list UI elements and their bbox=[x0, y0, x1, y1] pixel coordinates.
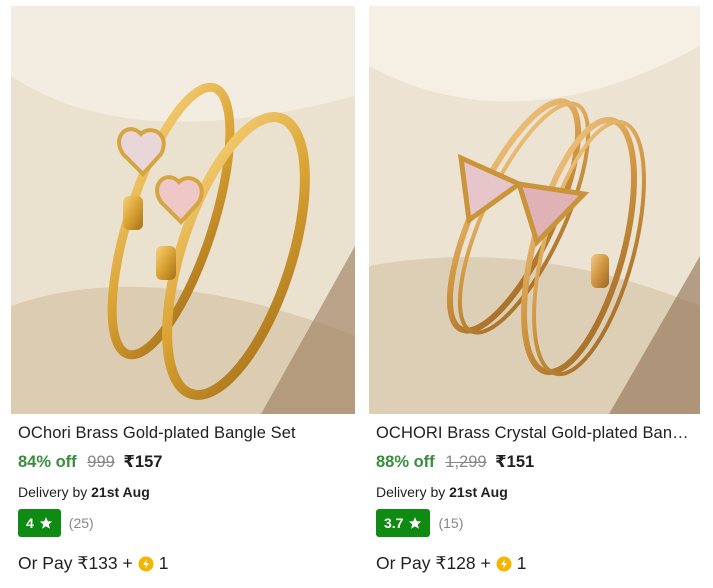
pay-prefix: Or Pay ₹133 + bbox=[18, 553, 133, 573]
rating-count: (15) bbox=[438, 515, 464, 531]
pay-with-coins: Or Pay ₹133 + 1 bbox=[18, 553, 168, 574]
delivery-prefix: Delivery by bbox=[376, 484, 446, 500]
product-image[interactable] bbox=[369, 6, 700, 414]
rating-row: 3.7 (15) bbox=[376, 509, 463, 537]
star-icon bbox=[39, 517, 52, 529]
pay-with-coins: Or Pay ₹128 + 1 bbox=[376, 553, 526, 574]
delivery-info: Delivery by 21st Aug bbox=[18, 484, 150, 500]
discount-label: 88% off bbox=[376, 453, 435, 471]
product-title[interactable]: OChori Brass Gold-plated Bangle Set bbox=[18, 424, 351, 443]
original-price: 999 bbox=[87, 453, 115, 471]
rating-value: 3.7 bbox=[384, 515, 404, 531]
original-price: 1,299 bbox=[445, 453, 487, 471]
price-row: 84% off 999 ₹157 bbox=[18, 452, 162, 472]
product-title[interactable]: OCHORI Brass Crystal Gold-plated Bangle … bbox=[376, 424, 696, 443]
delivery-info: Delivery by 21st Aug bbox=[376, 484, 508, 500]
delivery-prefix: Delivery by bbox=[18, 484, 88, 500]
price-row: 88% off 1,299 ₹151 bbox=[376, 452, 534, 472]
star-icon bbox=[409, 517, 422, 529]
rating-value: 4 bbox=[26, 515, 34, 531]
rating-row: 4 (25) bbox=[18, 509, 94, 537]
product-image[interactable] bbox=[11, 6, 355, 414]
delivery-date: 21st Aug bbox=[91, 484, 150, 500]
pay-prefix: Or Pay ₹128 + bbox=[376, 553, 491, 573]
product-card[interactable]: OCHORI Brass Crystal Gold-plated Bangle … bbox=[369, 0, 700, 588]
rating-badge: 3.7 bbox=[376, 509, 431, 537]
discount-label: 84% off bbox=[18, 453, 77, 471]
coin-count: 1 bbox=[158, 553, 169, 573]
rating-badge: 4 bbox=[18, 509, 61, 537]
bangle-image-graphic bbox=[11, 6, 355, 414]
coin-count: 1 bbox=[516, 553, 527, 573]
supercoin-icon bbox=[496, 556, 512, 572]
selling-price: ₹157 bbox=[123, 453, 163, 471]
rating-count: (25) bbox=[68, 515, 94, 531]
selling-price: ₹151 bbox=[495, 453, 535, 471]
delivery-date: 21st Aug bbox=[449, 484, 508, 500]
supercoin-icon bbox=[138, 556, 154, 572]
product-card[interactable]: OChori Brass Gold-plated Bangle Set 84% … bbox=[11, 0, 355, 588]
bangle-image-graphic bbox=[369, 6, 700, 414]
